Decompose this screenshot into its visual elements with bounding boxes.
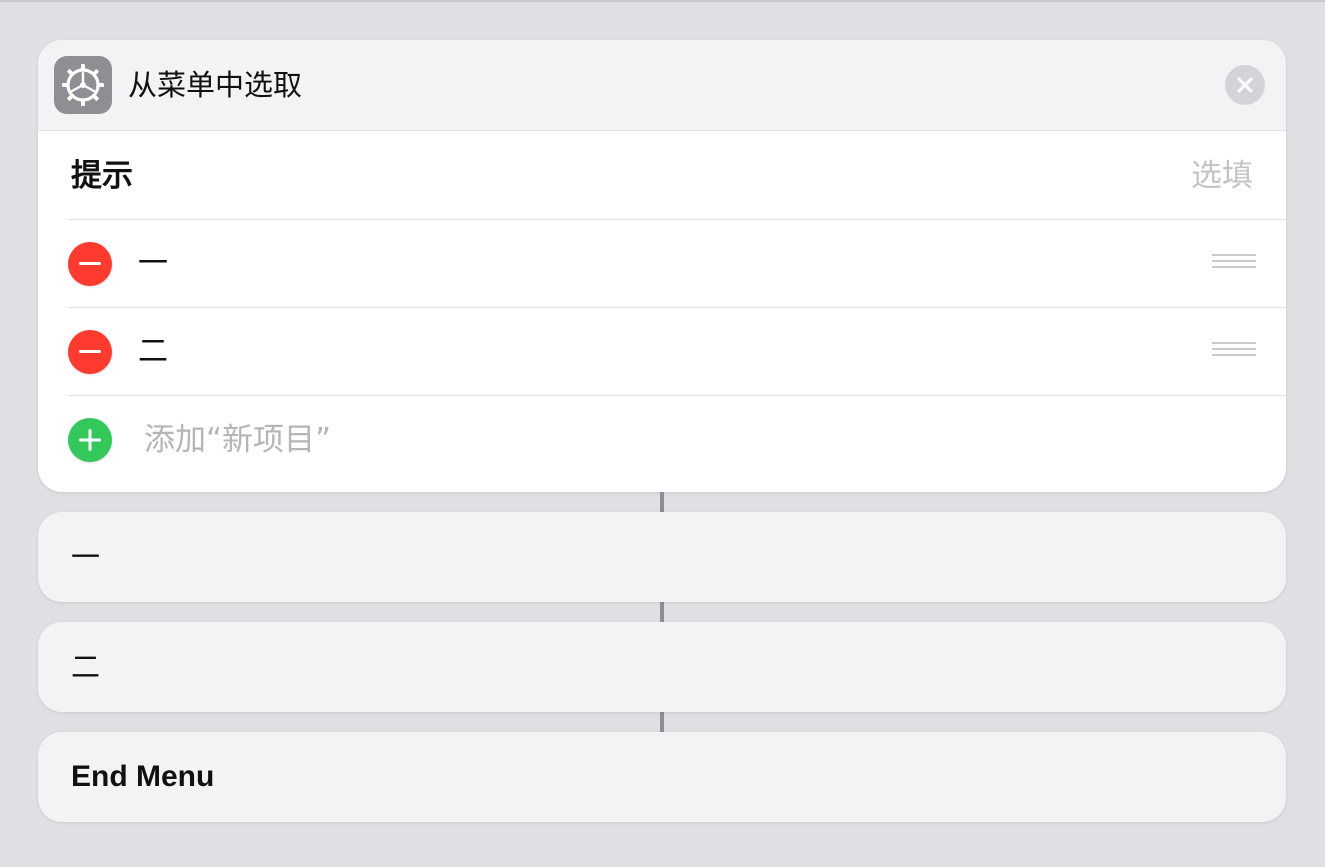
flow-connector (660, 712, 664, 732)
minus-icon (79, 350, 101, 353)
end-menu-label: End Menu (71, 760, 215, 793)
choose-from-menu-action[interactable]: 从菜单中选取 提示 选填 一 二 添加“新项目” (38, 40, 1286, 492)
menu-item-row[interactable]: 一 (38, 220, 1286, 308)
remove-item-button[interactable] (68, 330, 112, 374)
add-item-button[interactable] (68, 418, 112, 462)
drag-handle-icon[interactable] (1212, 342, 1256, 362)
remove-action-button[interactable] (1225, 65, 1265, 105)
add-item-row[interactable]: 添加“新项目” (38, 396, 1286, 484)
end-menu-block[interactable]: End Menu (38, 732, 1286, 822)
menu-item-label[interactable]: 二 (138, 308, 168, 396)
menu-case-block[interactable]: 二 (38, 622, 1286, 712)
prompt-label: 提示 (71, 158, 133, 194)
top-divider (0, 0, 1325, 2)
menu-item-row[interactable]: 二 (38, 308, 1286, 396)
plus-icon (79, 429, 101, 451)
flow-connector (660, 602, 664, 622)
flow-connector (660, 492, 664, 512)
remove-item-button[interactable] (68, 242, 112, 286)
drag-handle-icon[interactable] (1212, 254, 1256, 274)
action-header: 从菜单中选取 (38, 40, 1286, 131)
gear-icon (54, 56, 112, 114)
prompt-input[interactable]: 选填 (1191, 131, 1253, 221)
action-title: 从菜单中选取 (128, 68, 303, 102)
menu-case-label: 二 (71, 650, 101, 684)
menu-case-label: 一 (71, 540, 101, 574)
close-icon (1237, 77, 1253, 93)
minus-icon (79, 262, 101, 265)
menu-item-label[interactable]: 一 (138, 220, 168, 308)
menu-case-block[interactable]: 一 (38, 512, 1286, 602)
add-item-label[interactable]: 添加“新项目” (144, 396, 331, 484)
